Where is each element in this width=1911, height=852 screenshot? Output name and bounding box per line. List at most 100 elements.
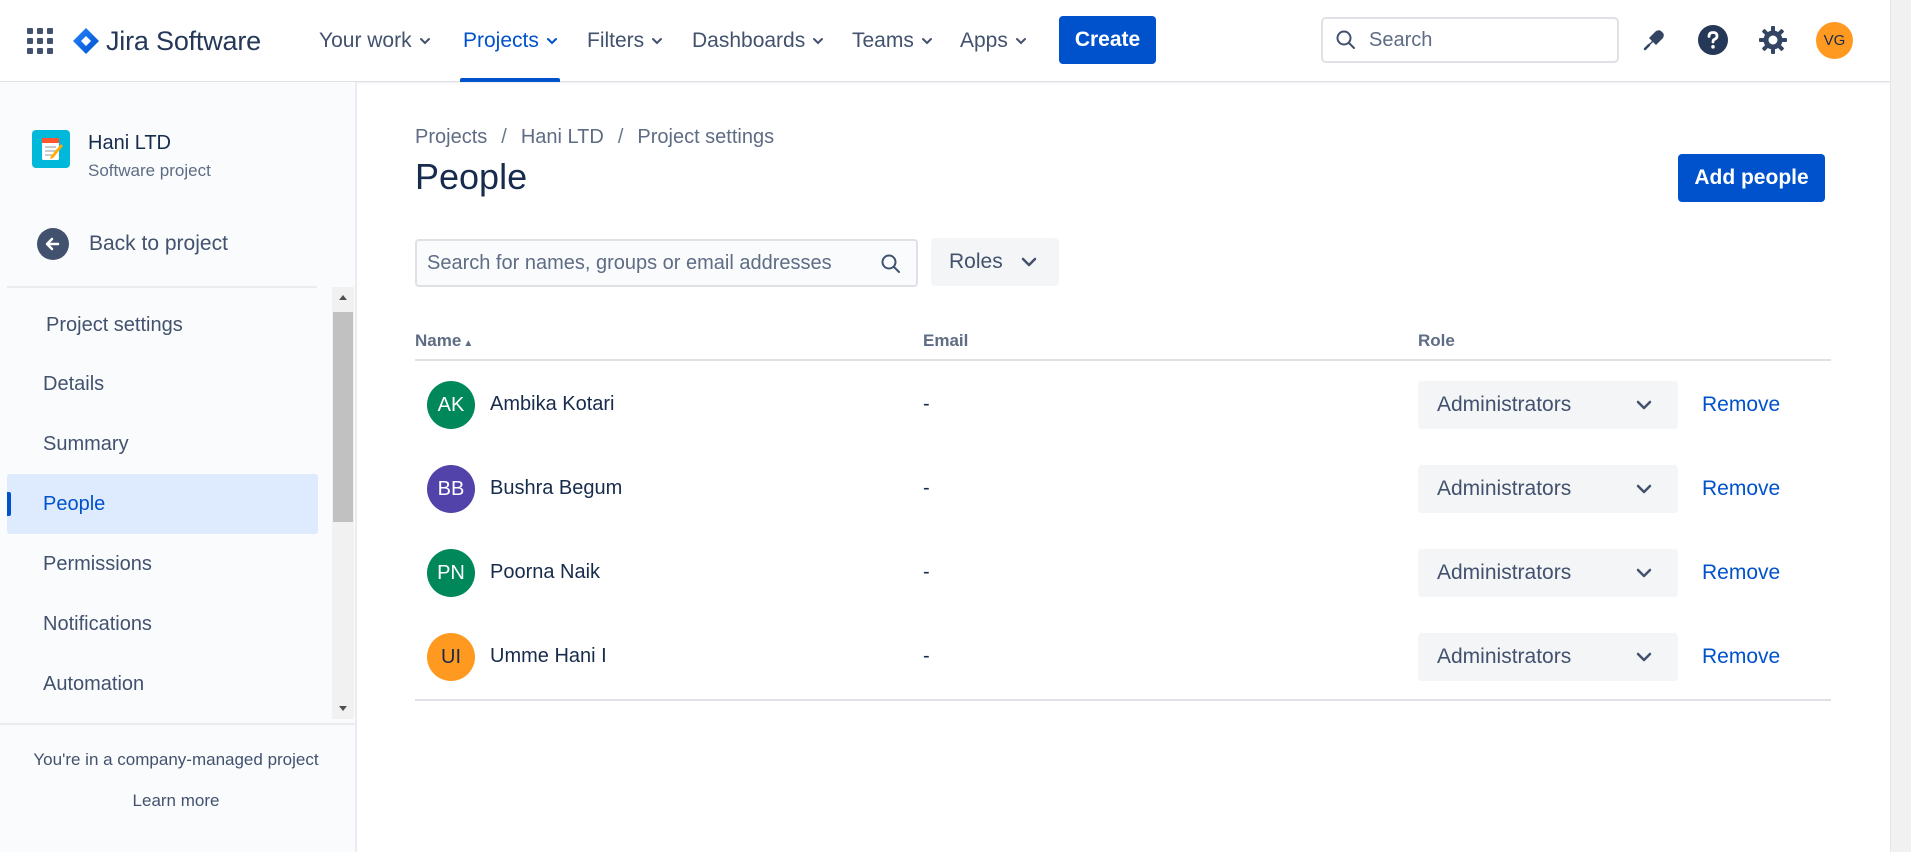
- back-to-project-link[interactable]: Back to project: [37, 228, 228, 260]
- role-select-value: Administrators: [1437, 645, 1572, 668]
- breadcrumb-project[interactable]: Hani LTD: [521, 126, 604, 149]
- nav-projects[interactable]: Projects: [463, 22, 559, 60]
- scroll-down-icon[interactable]: [332, 697, 354, 719]
- nav-label: Your work: [319, 29, 412, 52]
- column-header-name[interactable]: Name ▲: [415, 331, 473, 351]
- sidebar-item-notifications[interactable]: Notifications: [7, 594, 318, 654]
- notifications-bell-icon: [1643, 30, 1664, 51]
- scroll-up-icon[interactable]: [332, 287, 354, 309]
- settings-icon[interactable]: [1755, 22, 1791, 58]
- chevron-down-icon: [546, 38, 557, 45]
- role-select-value: Administrators: [1437, 561, 1572, 584]
- role-select[interactable]: Administrators: [1418, 549, 1678, 597]
- person-name: Ambika Kotari: [490, 393, 615, 415]
- learn-more-link[interactable]: Learn more: [0, 791, 352, 811]
- sidebar-item-permissions[interactable]: Permissions: [7, 534, 318, 594]
- sidebar-item-label: Summary: [43, 432, 129, 455]
- chevron-down-icon: [813, 38, 824, 45]
- notifications-icon[interactable]: [1636, 22, 1672, 58]
- gear-icon: [1759, 26, 1787, 54]
- person-email: -: [923, 561, 930, 583]
- jira-logo[interactable]: Jira Software: [72, 23, 261, 59]
- remove-button[interactable]: Remove: [1702, 561, 1780, 585]
- project-avatar-icon: [32, 130, 70, 168]
- person-name: Poorna Naik: [490, 561, 601, 583]
- add-people-button[interactable]: Add people: [1678, 154, 1825, 202]
- sidebar-item-label: People: [43, 492, 106, 515]
- nav-label: Dashboards: [692, 29, 806, 52]
- global-search[interactable]: [1321, 17, 1619, 63]
- roles-filter-label: Roles: [949, 250, 1003, 273]
- jira-diamond-icon: [73, 28, 99, 54]
- chevron-down-icon: [1015, 38, 1026, 45]
- roles-filter-dropdown[interactable]: Roles: [931, 238, 1059, 286]
- page-title: People: [415, 156, 528, 197]
- table-row: PN Poorna Naik - Administrators Remove: [415, 531, 1831, 615]
- avatar: UI: [427, 633, 475, 681]
- person-name: Bushra Begum: [490, 477, 623, 499]
- sidebar-item-automation[interactable]: Automation: [7, 654, 318, 714]
- sidebar-footer-divider: [0, 723, 355, 725]
- nav-label: Teams: [852, 29, 914, 52]
- person-email: -: [923, 393, 930, 415]
- project-type: Software project: [88, 161, 211, 180]
- people-search[interactable]: [415, 239, 918, 287]
- nav-label: Filters: [587, 29, 645, 52]
- role-select-value: Administrators: [1437, 393, 1572, 416]
- chevron-down-icon: [652, 38, 663, 45]
- create-button[interactable]: Create: [1059, 16, 1156, 64]
- breadcrumb-projects[interactable]: Projects: [415, 126, 487, 149]
- sidebar-item-summary[interactable]: Summary: [7, 414, 318, 474]
- sidebar-section-title: Project settings: [46, 314, 183, 336]
- sidebar-scrollbar-thumb[interactable]: [333, 312, 353, 522]
- sidebar-item-label: Automation: [43, 672, 145, 695]
- help-circle-icon: [1698, 25, 1728, 55]
- person-email: -: [923, 645, 930, 667]
- column-header-role: Role: [1418, 331, 1455, 350]
- chevron-down-icon: [1021, 257, 1036, 267]
- chevron-down-icon: [921, 38, 932, 45]
- sidebar-item-label: Notifications: [43, 612, 152, 635]
- app-name: Jira Software: [106, 25, 261, 56]
- nav-filters[interactable]: Filters: [587, 22, 664, 60]
- project-header[interactable]: [32, 130, 70, 168]
- role-select-value: Administrators: [1437, 477, 1572, 500]
- breadcrumb-separator: /: [501, 126, 507, 148]
- role-select[interactable]: Administrators: [1418, 465, 1678, 513]
- top-navigation: Jira Software Your work Projects Filters…: [0, 0, 1890, 82]
- app-switcher-icon[interactable]: [27, 28, 53, 54]
- breadcrumb: Projects / Hani LTD / Project settings: [415, 126, 774, 149]
- column-header-label: Name: [415, 331, 462, 350]
- project-name: Hani LTD: [88, 132, 171, 154]
- global-search-input[interactable]: [1369, 28, 1589, 52]
- sidebar-item-people[interactable]: People: [7, 474, 318, 534]
- nav-active-indicator: [460, 78, 560, 82]
- arrow-left-icon: [37, 228, 69, 260]
- nav-dashboards[interactable]: Dashboards: [692, 22, 825, 60]
- breadcrumb-project-settings[interactable]: Project settings: [637, 126, 774, 149]
- chevron-down-icon: [1636, 400, 1652, 410]
- search-icon: [881, 254, 900, 273]
- user-avatar[interactable]: VG: [1816, 22, 1853, 59]
- table-header-divider: [415, 359, 1831, 361]
- people-search-input[interactable]: [427, 251, 867, 275]
- person-email: -: [923, 477, 930, 499]
- help-icon[interactable]: [1695, 22, 1731, 58]
- nav-apps[interactable]: Apps: [960, 22, 1028, 60]
- breadcrumb-separator: /: [617, 126, 624, 148]
- sidebar-item-label: Details: [43, 372, 105, 395]
- company-managed-note: You're in a company-managed project: [33, 750, 319, 769]
- sidebar-item-details[interactable]: Details: [7, 354, 318, 414]
- table-row: BB Bushra Begum - Administrators Remove: [415, 447, 1831, 531]
- remove-button[interactable]: Remove: [1702, 477, 1780, 501]
- back-to-project-label: Back to project: [89, 232, 228, 255]
- nav-teams[interactable]: Teams: [852, 22, 934, 60]
- remove-button[interactable]: Remove: [1702, 393, 1780, 417]
- remove-button[interactable]: Remove: [1702, 645, 1780, 669]
- role-select[interactable]: Administrators: [1418, 381, 1678, 429]
- nav-label: Projects: [463, 29, 539, 52]
- nav-your-work[interactable]: Your work: [319, 22, 432, 60]
- page-scrollbar[interactable]: [1890, 0, 1911, 852]
- role-select[interactable]: Administrators: [1418, 633, 1678, 681]
- sidebar-item-label: Permissions: [43, 552, 152, 575]
